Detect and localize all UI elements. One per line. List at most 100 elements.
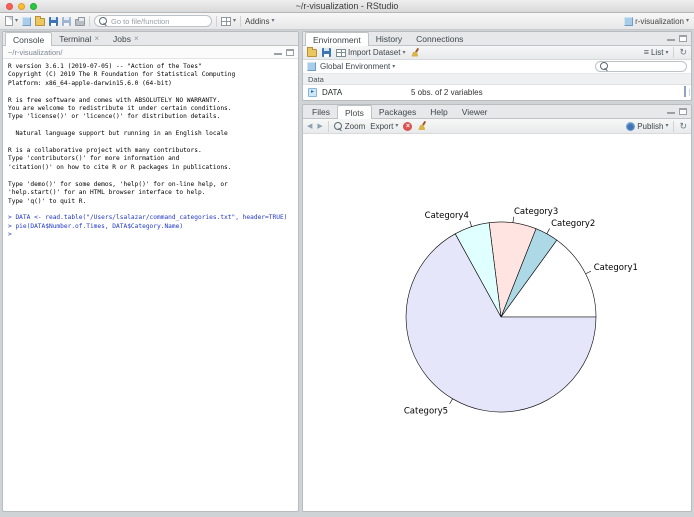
zoom-window-button[interactable]	[30, 3, 37, 10]
console-line: > DATA <- read.table("/Users/lsalazar/co…	[8, 214, 288, 222]
object-summary: 5 obs. of 2 variables	[411, 87, 483, 97]
chevron-down-icon: ▾	[402, 49, 406, 56]
tab-label: History	[375, 33, 403, 44]
tab-label: Files	[312, 106, 330, 117]
project-menu-button[interactable]: r-visualization ▾	[624, 16, 689, 26]
tab-console[interactable]: Console	[5, 32, 53, 46]
maximize-pane-icon[interactable]	[679, 108, 687, 115]
save-workspace-button[interactable]	[322, 48, 331, 57]
pie-label: Category5	[404, 407, 448, 417]
refresh-icon: ↻	[679, 47, 687, 57]
minimize-pane-icon[interactable]	[667, 39, 675, 41]
open-folder-icon	[307, 47, 317, 57]
tab-label: Jobs	[112, 33, 131, 44]
list-view-button[interactable]: ≡ List ▾	[643, 47, 669, 58]
tab-packages[interactable]: Packages	[372, 105, 423, 118]
minimize-window-button[interactable]	[18, 3, 25, 10]
tab-plots[interactable]: Plots	[336, 105, 372, 119]
maximize-pane-icon[interactable]	[286, 49, 294, 56]
chevron-down-icon: ▾	[271, 18, 275, 24]
console-line: You are welcome to redistribute it under…	[8, 105, 232, 113]
addins-label: Addins	[245, 16, 270, 26]
tab-files[interactable]: Files	[305, 105, 337, 118]
pie-chart: Category1 Category2 Category3 Category4 Cate…	[404, 207, 638, 417]
search-icon	[99, 16, 108, 26]
toolbar-separator	[216, 15, 218, 27]
clear-workspace-button[interactable]	[410, 48, 420, 58]
addins-button[interactable]: Addins ▾	[245, 17, 274, 26]
tab-label: Help	[430, 106, 448, 117]
chevron-down-icon: ▾	[392, 63, 396, 70]
save-button[interactable]	[49, 16, 59, 26]
expand-object-icon[interactable]: ▸	[308, 87, 317, 97]
environment-selector-row: Global Environment ▾	[303, 60, 691, 74]
search-icon	[600, 62, 609, 71]
minimize-pane-icon[interactable]	[274, 53, 282, 55]
console-pathbar: ~/r-visualization/	[3, 46, 298, 59]
close-icon[interactable]: ×	[134, 34, 139, 43]
tab-help[interactable]: Help	[423, 105, 454, 118]
tab-label: Console	[13, 34, 45, 45]
pie-label-tick	[469, 220, 472, 227]
print-icon	[75, 16, 86, 26]
tab-environment[interactable]: Environment	[305, 32, 369, 46]
print-button[interactable]	[75, 16, 86, 26]
plots-pane: Files Plots Packages Help Viewer ◀ ▶ Zoo…	[302, 104, 692, 512]
console-line: Copyright (C) 2019 The R Foundation for …	[8, 71, 236, 79]
zoom-plot-button[interactable]: Zoom	[333, 121, 365, 131]
environment-selector-dropdown[interactable]: Global Environment ▾	[320, 62, 395, 71]
environment-object-row[interactable]: ▸ DATA 5 obs. of 2 variables	[303, 85, 691, 99]
tab-label: Terminal	[59, 33, 92, 44]
plots-tabbar: Files Plots Packages Help Viewer	[303, 105, 691, 119]
previous-plot-button[interactable]: ◀	[307, 123, 312, 130]
open-file-button[interactable]	[35, 15, 46, 26]
save-all-button[interactable]	[62, 16, 72, 26]
open-folder-icon	[35, 15, 46, 26]
environment-search-input[interactable]	[612, 62, 682, 71]
new-project-button[interactable]	[22, 16, 32, 26]
workspace-panes-button[interactable]: ▾	[221, 16, 236, 26]
goto-file-input[interactable]	[111, 16, 208, 26]
close-window-button[interactable]	[6, 3, 13, 10]
tab-connections[interactable]: Connections	[409, 32, 470, 45]
export-label: Export	[370, 121, 394, 131]
publish-button[interactable]: Publish ▾	[626, 121, 669, 131]
import-dataset-button[interactable]: Import Dataset ▾	[336, 48, 405, 57]
console-line: R version 3.6.1 (2019-07-05) -- "Action …	[8, 63, 202, 70]
list-icon: ≡	[643, 47, 649, 57]
console-line: Natural language support but running in …	[8, 130, 228, 138]
new-file-button[interactable]: ▾	[5, 16, 18, 26]
chevron-down-icon: ▾	[15, 18, 19, 24]
maximize-pane-icon[interactable]	[679, 35, 687, 42]
toolbar-separator	[89, 15, 91, 27]
refresh-plots-button[interactable]: ↻	[679, 121, 687, 131]
chevron-down-icon: ▾	[665, 123, 669, 129]
tab-jobs[interactable]: Jobs ×	[106, 32, 146, 45]
chevron-down-icon: ▾	[395, 123, 399, 129]
refresh-environment-button[interactable]: ↻	[679, 48, 687, 57]
console-output[interactable]: R version 3.6.1 (2019-07-05) -- "Action …	[3, 60, 298, 511]
console-line: Type 'demo()' for some demos, 'help()' f…	[8, 180, 228, 188]
export-plot-button[interactable]: Export ▾	[370, 122, 398, 131]
pie-label-tick	[449, 398, 453, 405]
working-directory-label: ~/r-visualization/	[8, 48, 63, 57]
project-cube-icon	[624, 16, 634, 26]
pie-label-tick	[546, 228, 550, 234]
remove-plot-button[interactable]: ×	[403, 121, 413, 131]
view-data-grid-icon[interactable]	[684, 86, 686, 97]
pie-label: Category4	[425, 211, 469, 221]
load-workspace-button[interactable]	[307, 47, 317, 57]
console-line: Type 'q()' to quit R.	[8, 197, 87, 205]
project-cube-icon	[22, 16, 32, 26]
tab-terminal[interactable]: Terminal ×	[52, 32, 106, 45]
import-dataset-label: Import Dataset	[348, 48, 401, 57]
minimize-pane-icon[interactable]	[667, 112, 675, 114]
close-icon[interactable]: ×	[94, 34, 99, 43]
tab-history[interactable]: History	[369, 32, 409, 45]
clear-all-plots-button[interactable]	[417, 121, 427, 131]
tab-viewer[interactable]: Viewer	[455, 105, 495, 118]
next-plot-button[interactable]: ▶	[317, 123, 322, 130]
